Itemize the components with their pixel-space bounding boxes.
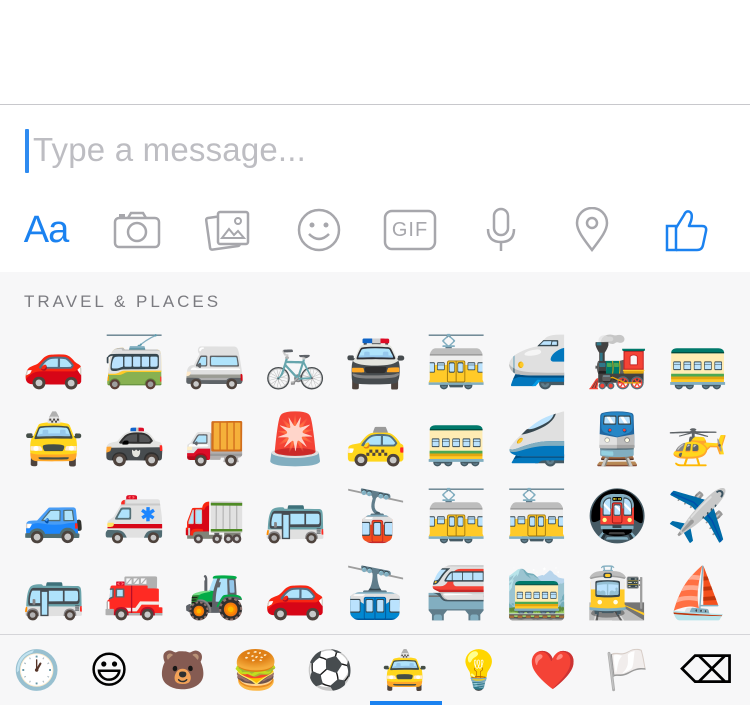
emoji-key[interactable]: 🚀 — [739, 401, 750, 477]
emoji-key[interactable]: 🚁 — [658, 401, 738, 477]
photo-gallery-icon — [205, 210, 250, 251]
emoji-key[interactable]: 🚋 — [417, 324, 497, 400]
emoji-key[interactable]: 🚲 — [256, 324, 336, 400]
camera-icon — [113, 211, 161, 249]
composer-toolbar: Aa GIF — [0, 198, 750, 262]
gif-button[interactable]: GIF — [378, 198, 442, 262]
emoji-key[interactable]: 🚝 — [417, 555, 497, 631]
emoji-key[interactable]: 🚇 — [578, 478, 658, 554]
travel-tab[interactable]: 🚖 — [368, 635, 442, 705]
delete-key[interactable]: ⌫ — [670, 635, 744, 705]
emoji-key[interactable]: 🚓 — [95, 401, 175, 477]
emoji-key[interactable]: 🚋 — [497, 478, 577, 554]
message-input[interactable]: Type a message... — [33, 131, 306, 169]
emoji-key[interactable]: 🚚 — [175, 401, 255, 477]
gif-label: GIF — [391, 218, 429, 241]
microphone-button[interactable] — [469, 198, 533, 262]
emoji-key[interactable]: 🚃 — [417, 401, 497, 477]
symbols-tab[interactable]: ❤️ — [516, 635, 590, 705]
location-button[interactable] — [560, 198, 624, 262]
emoji-key[interactable]: 🚅 — [497, 324, 577, 400]
emoji-key[interactable]: 🚜 — [175, 555, 255, 631]
emoji-key[interactable]: 🚎 — [95, 324, 175, 400]
emoji-key[interactable]: 🚞 — [497, 555, 577, 631]
message-composer: Type a message... Aa GIF — [0, 106, 750, 272]
smileys-tab[interactable]: 😃 — [72, 635, 146, 705]
camera-button[interactable] — [105, 198, 169, 262]
emoji-key[interactable]: 🚆 — [578, 401, 658, 477]
activity-tab[interactable]: ⚽ — [293, 635, 367, 705]
smiley-icon — [297, 208, 341, 252]
emoji-key[interactable]: 🚑 — [95, 478, 175, 554]
food-tab[interactable]: 🍔 — [219, 635, 293, 705]
emoji-key[interactable]: ✈️ — [658, 478, 738, 554]
emoji-key[interactable]: 🚡 — [336, 478, 416, 554]
text-format-label: Aa — [23, 208, 69, 251]
conversation-area — [0, 0, 750, 105]
emoji-key[interactable]: 🚖 — [14, 401, 94, 477]
emoji-panel: TRAVEL & PLACES 🚗🚎🚐🚲🚔🚋🚅🚂🚃🚦🚖🚓🚚🚨🚕🚃🚄🚆🚁🚀🚙🚑🚛🚌… — [0, 272, 750, 634]
flags-tab[interactable]: 🏳️ — [590, 635, 664, 705]
emoji-key[interactable]: 🚨 — [256, 401, 336, 477]
emoji-key[interactable]: ⛵ — [658, 555, 738, 631]
thumbs-up-icon — [665, 210, 708, 252]
emoji-key[interactable]: 🚗 — [256, 555, 336, 631]
emoji-key[interactable]: 🚄 — [497, 401, 577, 477]
emoji-key[interactable]: 🚔 — [336, 324, 416, 400]
microphone-icon — [486, 207, 516, 251]
emoji-key[interactable]: 🚌 — [256, 478, 336, 554]
location-pin-icon — [575, 207, 609, 253]
emoji-key[interactable]: 🚒 — [95, 555, 175, 631]
emoji-key[interactable]: 🚦 — [739, 324, 750, 400]
photo-gallery-button[interactable] — [196, 198, 260, 262]
animals-tab[interactable]: 🐻 — [146, 635, 220, 705]
emoji-key[interactable]: 🚂 — [578, 324, 658, 400]
emoji-key[interactable]: 🚉 — [578, 555, 658, 631]
section-title: TRAVEL & PLACES — [24, 292, 222, 311]
text-format-button[interactable]: Aa — [14, 198, 78, 262]
objects-tab[interactable]: 💡 — [442, 635, 516, 705]
like-button[interactable] — [655, 198, 719, 262]
emoji-key[interactable]: 🚛 — [175, 478, 255, 554]
emoji-button[interactable] — [287, 198, 351, 262]
emoji-key[interactable]: 🚙 — [14, 478, 94, 554]
emoji-key[interactable]: 🚕 — [336, 401, 416, 477]
emoji-key[interactable]: 🚋 — [417, 478, 497, 554]
recent-tab[interactable]: 🕐 — [0, 635, 74, 705]
emoji-key[interactable]: 🚌 — [14, 555, 94, 631]
emoji-key[interactable]: 🚃 — [658, 324, 738, 400]
emoji-key[interactable]: 🚗 — [14, 324, 94, 400]
emoji-key[interactable]: 🚠 — [336, 555, 416, 631]
text-cursor — [25, 129, 29, 173]
emoji-key[interactable]: 🚐 — [175, 324, 255, 400]
emoji-category-bar: 🕐 😃 🐻 🍔 ⚽ 🚖 💡 ❤️ 🏳️ ⌫ — [0, 634, 750, 705]
